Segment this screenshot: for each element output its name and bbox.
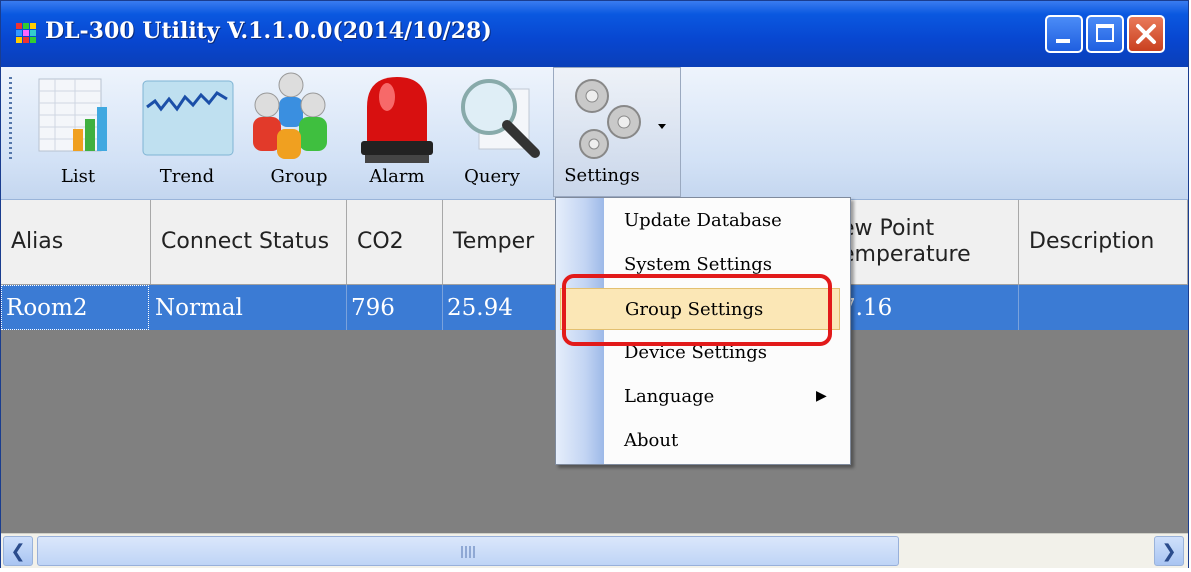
chevron-right-icon: ❯ [1161,540,1177,562]
list-label: List [60,166,96,187]
alarm-icon [361,77,433,163]
scrollbar-thumb[interactable] [37,536,899,566]
menu-item-about[interactable]: About [556,420,848,462]
cell-description[interactable] [1019,285,1188,330]
menu-item-label: About [624,430,679,451]
close-icon [1136,24,1156,44]
menu-item-update-database[interactable]: Update Database [556,200,848,242]
settings-label: Settings [564,165,640,186]
close-button[interactable] [1127,15,1165,53]
app-window: DL-300 Utility V.1.1.0.0(2014/10/28) Lis… [0,0,1189,568]
window-title: DL-300 Utility V.1.1.0.0(2014/10/28) [45,18,492,44]
trend-icon [142,80,234,156]
maximize-button[interactable] [1086,15,1124,53]
toolbar-grip[interactable] [9,77,12,161]
dropdown-arrow-icon[interactable] [658,124,666,129]
gears-icon [575,79,641,159]
column-header-alias[interactable]: Alias [1,200,151,284]
alarm-label: Alarm [369,166,425,187]
menu-item-label: Language [624,386,715,407]
thumb-grip-icon [461,546,477,558]
chevron-left-icon: ❮ [10,540,26,562]
submenu-arrow-icon: ▶ [816,388,827,404]
trend-label: Trend [159,166,215,187]
maximize-icon [1096,24,1114,42]
column-header-description[interactable]: Description [1019,200,1188,284]
app-icon [16,23,36,43]
alarm-button[interactable]: Alarm [353,67,441,197]
cell-alias[interactable]: Room2 [1,285,149,330]
group-label: Group [270,166,328,187]
menu-item-language[interactable]: Language ▶ [556,376,848,418]
query-icon [461,79,540,158]
cell-connect-status[interactable]: Normal [151,285,347,330]
toolbar: List Trend Group Alarm Query Settings [1,67,1188,200]
group-icon [253,72,327,159]
menu-item-label: Update Database [624,210,782,231]
scroll-left-button[interactable]: ❮ [3,536,33,566]
list-icon [38,78,107,152]
minimize-button[interactable] [1045,15,1083,53]
minimize-icon [1056,39,1070,43]
column-header-connect-status[interactable]: Connect Status [151,200,347,284]
column-header-dew-point-temperature[interactable]: ew Point emperature [833,200,1019,284]
highlight-annotation [562,274,832,346]
horizontal-scrollbar[interactable]: ❮ ❯ [1,533,1188,568]
cell-co2[interactable]: 796 [347,285,443,330]
menu-item-label: System Settings [624,254,772,275]
scroll-right-button[interactable]: ❯ [1154,536,1184,566]
group-button[interactable]: Group [241,67,337,197]
trend-button[interactable]: Trend [137,67,237,197]
cell-dew-point[interactable]: 7.16 [833,285,1019,330]
column-header-co2[interactable]: CO2 [347,200,443,284]
settings-button[interactable]: Settings [553,67,681,197]
title-bar[interactable]: DL-300 Utility V.1.1.0.0(2014/10/28) [1,1,1188,67]
list-button[interactable]: List [23,67,133,197]
